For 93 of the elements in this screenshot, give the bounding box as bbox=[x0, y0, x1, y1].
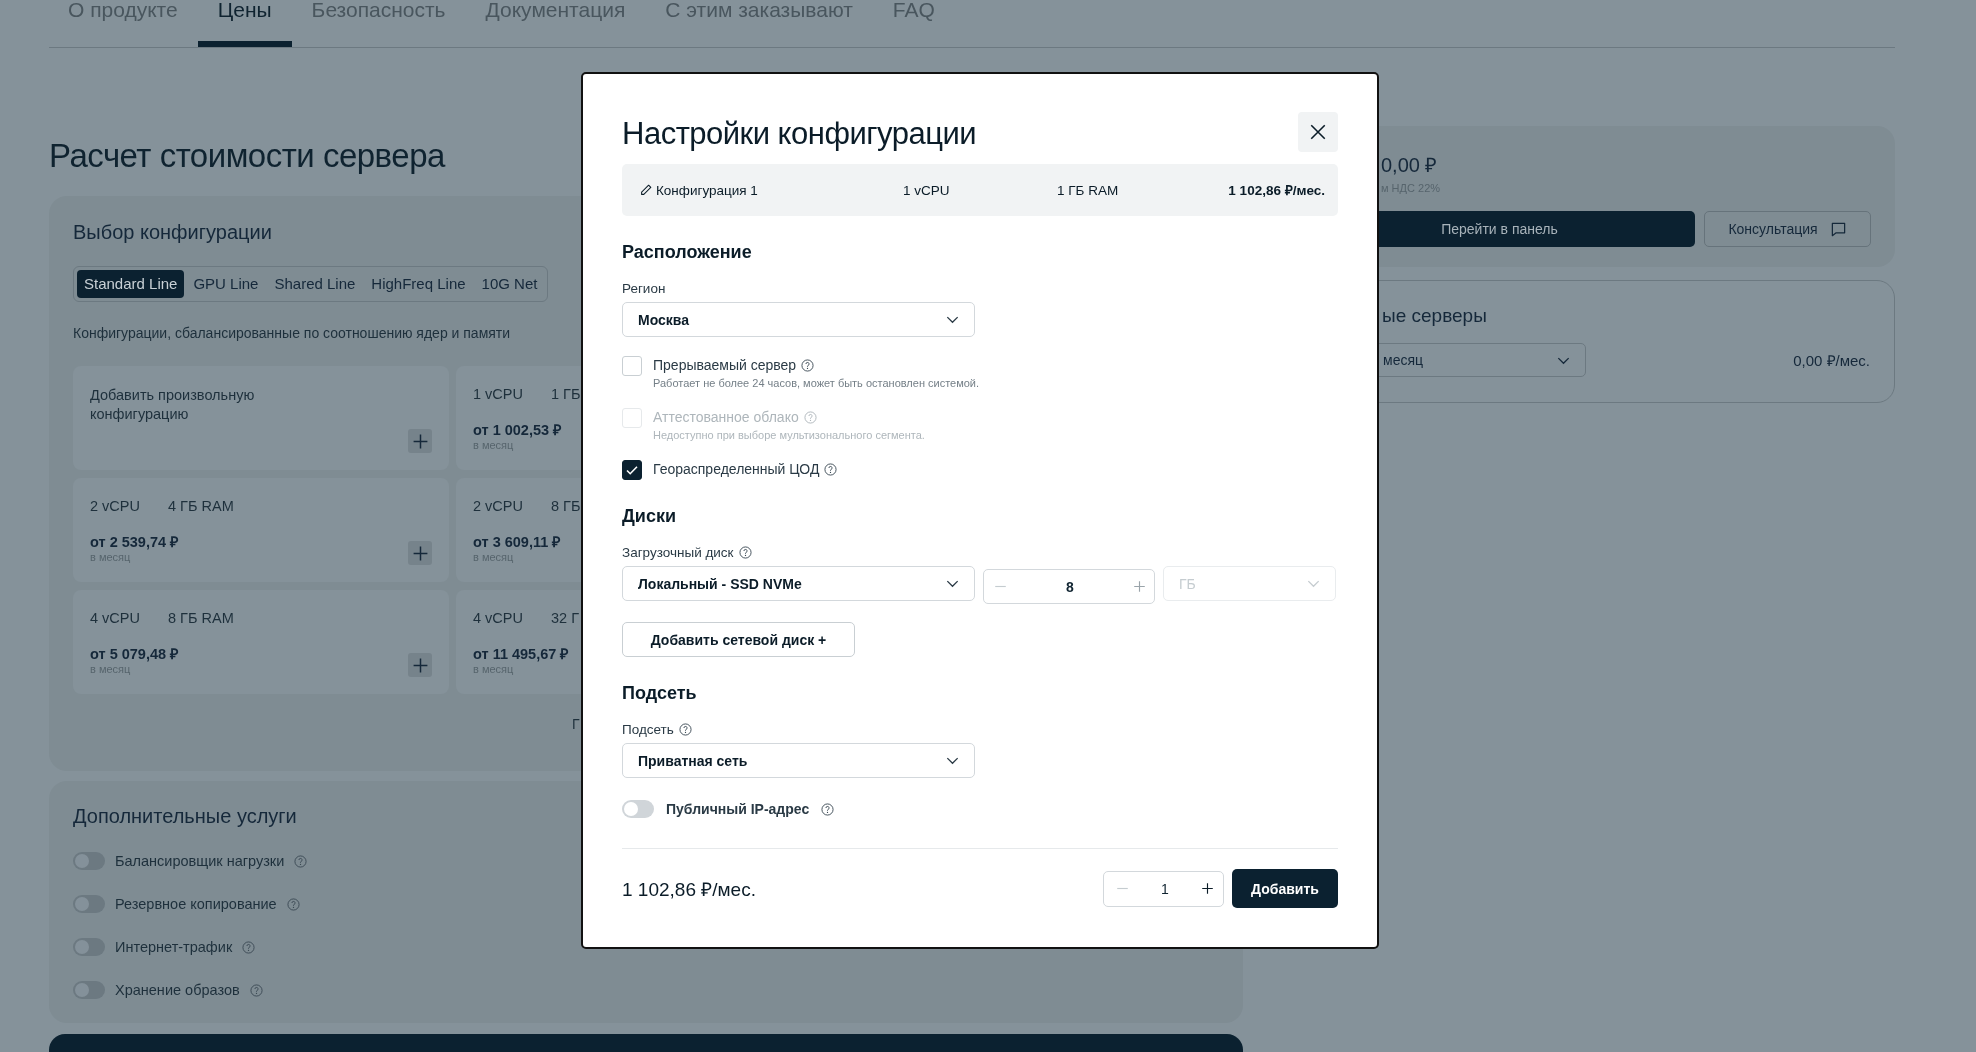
price-text: от 3 609,11 ₽ bbox=[473, 533, 562, 551]
add-disk-button[interactable]: Добавить сетевой диск + bbox=[622, 622, 855, 657]
help-icon bbox=[803, 410, 817, 424]
add-button[interactable] bbox=[408, 541, 432, 565]
service-label: Интернет-трафик bbox=[115, 939, 233, 955]
help-icon bbox=[249, 983, 263, 997]
add-button[interactable] bbox=[408, 429, 432, 453]
help-icon bbox=[294, 854, 308, 868]
cpu-spec: 2 vCPU bbox=[473, 498, 524, 514]
config-card[interactable]: Добавить произвольную конфигурацию bbox=[73, 366, 449, 470]
plus-icon bbox=[411, 432, 429, 450]
add-button[interactable] bbox=[408, 653, 432, 677]
quantity-stepper[interactable]: 8 bbox=[983, 569, 1155, 604]
line-tab[interactable]: GPU Line bbox=[186, 270, 266, 298]
total-price: 1 102,86 ₽/мес. bbox=[622, 877, 756, 902]
cpu-spec: 1 vCPU bbox=[473, 386, 524, 402]
plus-icon bbox=[1133, 580, 1146, 593]
help-icon bbox=[242, 940, 256, 954]
price-text: от 11 495,67 ₽ bbox=[473, 645, 570, 663]
ram-spec: 8 ГБ bbox=[551, 498, 581, 514]
line-tab[interactable]: Shared Line bbox=[267, 270, 363, 298]
pencil-icon bbox=[639, 183, 653, 197]
subnet-select[interactable]: Приватная сеть bbox=[622, 743, 975, 778]
cpu-spec: 4 vCPU bbox=[90, 610, 141, 626]
plus-icon bbox=[411, 544, 429, 562]
toggle-switch[interactable] bbox=[73, 895, 105, 913]
price-text: 0,00 ₽/мес. bbox=[1793, 351, 1870, 370]
nav-tab[interactable]: Документация bbox=[465, 0, 646, 47]
line-tab[interactable]: Standard Line bbox=[77, 270, 185, 298]
field-label: Регион bbox=[622, 281, 666, 296]
nav-tab[interactable]: Безопасность bbox=[291, 0, 466, 47]
help-icon bbox=[738, 546, 752, 559]
ram-spec: 4 ГБ RAM bbox=[168, 498, 234, 514]
ram-spec: 1 ГБ RAM bbox=[1057, 182, 1120, 198]
nav-tab[interactable]: Цены bbox=[197, 0, 292, 47]
ram-spec: 8 ГБ RAM bbox=[168, 610, 234, 626]
ram-spec: 1 ГБ bbox=[551, 386, 581, 402]
section-title: Дополнительные услуги bbox=[73, 804, 297, 828]
hint-text: Недоступно при выборе мультизонального сегмента. bbox=[653, 429, 925, 441]
plus-icon bbox=[411, 656, 429, 674]
toggle-switch[interactable] bbox=[73, 938, 105, 956]
cpu-spec: 4 vCPU bbox=[473, 610, 524, 626]
link-text[interactable]: Г bbox=[572, 716, 580, 732]
hint-text: Работает не более 24 часов, может быть остановлен системой. bbox=[653, 377, 980, 389]
config-name[interactable]: Конфигурация 1 bbox=[656, 182, 758, 198]
section-heading: Диски bbox=[622, 505, 677, 527]
field-label: Загрузочный диск bbox=[622, 545, 734, 560]
section-heading: Подсеть bbox=[622, 682, 698, 704]
chat-icon bbox=[1829, 220, 1847, 238]
quantity-stepper[interactable]: 1 bbox=[1103, 870, 1224, 907]
cpu-spec: 2 vCPU bbox=[90, 498, 141, 514]
close-button[interactable] bbox=[1298, 112, 1338, 152]
plus-icon bbox=[1201, 882, 1214, 895]
section-title: ые серверы bbox=[1382, 305, 1488, 327]
nav-tab[interactable]: О продукте bbox=[49, 0, 198, 47]
option-label: Геораспределенный ЦОД bbox=[653, 460, 820, 478]
price-text: от 2 539,74 ₽ bbox=[90, 533, 180, 551]
toggle-switch[interactable] bbox=[73, 852, 105, 870]
price-text: от 5 079,48 ₽ bbox=[90, 645, 180, 663]
toggle-switch[interactable] bbox=[622, 800, 654, 818]
disk-type-select[interactable]: Локальный - SSD NVMe bbox=[622, 566, 975, 601]
service-label: Резервное копирование bbox=[115, 896, 277, 912]
add-button[interactable]: Добавить bbox=[1232, 869, 1338, 908]
help-icon bbox=[821, 802, 835, 816]
checkbox[interactable] bbox=[622, 460, 642, 480]
line-tab[interactable]: HighFreq Line bbox=[364, 270, 473, 298]
card-label: Добавить произвольную конфигурацию bbox=[90, 386, 256, 424]
section-heading: Расположение bbox=[622, 241, 753, 263]
option-label: Прерываемый сервер bbox=[653, 356, 797, 374]
dialog-title: Настройки конфигурации bbox=[622, 115, 977, 153]
service-label: Хранение образов bbox=[115, 982, 240, 998]
nav-tab[interactable]: FAQ bbox=[872, 0, 955, 47]
field-label: Подсеть bbox=[622, 722, 674, 737]
consultation-button[interactable]: Консультация bbox=[1704, 211, 1871, 247]
description-text: Конфигурации, сбалансированные по соотношению ядер и памяти bbox=[73, 325, 512, 341]
toggle-switch[interactable] bbox=[73, 981, 105, 999]
toggle-label: Публичный IP-адрес bbox=[666, 801, 810, 817]
region-select[interactable]: Москва bbox=[622, 302, 975, 337]
line-tab[interactable]: 10G Net bbox=[474, 270, 545, 298]
section-title: Выбор конфигурации bbox=[73, 220, 272, 244]
help-icon bbox=[801, 358, 815, 372]
ram-spec: 32 Г bbox=[551, 610, 579, 626]
cpu-spec: 1 vCPU bbox=[903, 182, 951, 198]
help-icon bbox=[286, 897, 300, 911]
help-icon bbox=[824, 462, 838, 476]
price-text: 1 102,86 ₽/мес. bbox=[1228, 182, 1325, 199]
option-label: Аттестованное облако bbox=[653, 408, 799, 426]
nav-tab[interactable]: С этим заказывают bbox=[645, 0, 873, 47]
service-label: Балансировщик нагрузки bbox=[115, 853, 285, 869]
total-price: 0,00 ₽ bbox=[1381, 153, 1439, 178]
help-icon bbox=[678, 723, 692, 736]
close-icon bbox=[1309, 123, 1327, 141]
price-text: от 1 002,53 ₽ bbox=[473, 421, 563, 439]
